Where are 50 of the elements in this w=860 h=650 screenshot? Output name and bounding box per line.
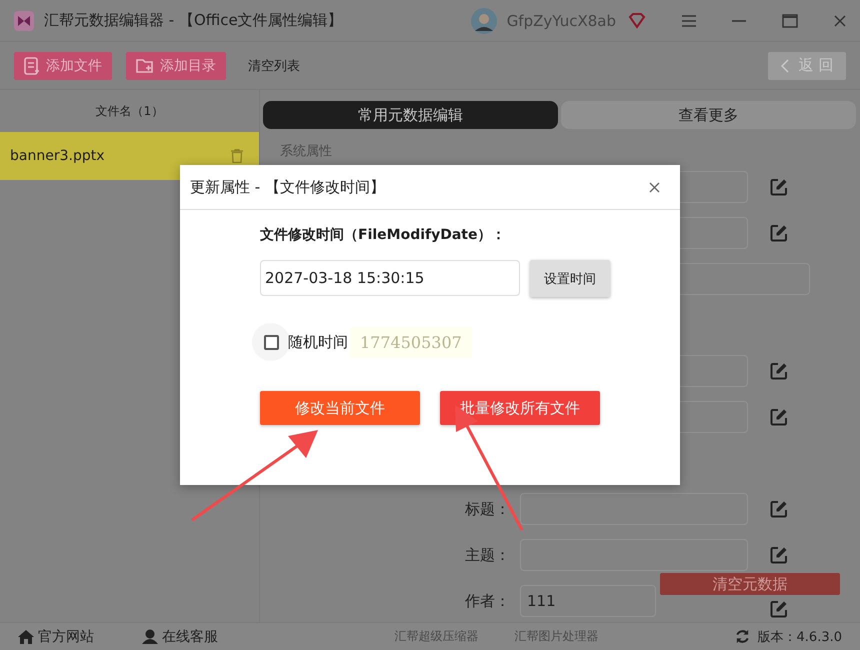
close-icon[interactable] xyxy=(649,182,660,192)
add-button[interactable]: 添加目录 xyxy=(126,52,226,80)
checkbox-label[interactable]: 随机时间 xyxy=(288,332,348,352)
date-time-field[interactable]: 2027-03-18 15:30:15 xyxy=(260,260,520,296)
minimize-icon[interactable] xyxy=(732,20,746,22)
edit-icon[interactable] xyxy=(770,600,788,618)
footer-link[interactable]: 官方网站 xyxy=(18,628,94,646)
edit-icon[interactable] xyxy=(770,362,788,380)
modify-current-button[interactable]: 修改当前文件 xyxy=(260,391,420,425)
window-title: 汇帮元数据编辑器 - 【Office文件属性编辑】 xyxy=(44,11,343,30)
product-link[interactable]: 汇帮图片处理器 xyxy=(514,628,598,645)
username[interactable]: GfpZyYucX8ab xyxy=(506,12,616,30)
file-list-header: 文件名（1） xyxy=(94,102,164,120)
avatar-icon xyxy=(470,8,497,34)
edit-icon[interactable] xyxy=(770,500,788,518)
field-label: 主题： xyxy=(465,546,510,564)
field-label: 作者： xyxy=(465,592,510,610)
file-row[interactable]: banner3.pptx xyxy=(0,132,259,180)
field-label: 标题： xyxy=(465,500,510,518)
field-label: 文件修改时间（FileModifyDate）： xyxy=(260,226,506,245)
refresh-icon[interactable] xyxy=(734,629,750,644)
edit-icon[interactable] xyxy=(770,408,788,426)
menu-icon[interactable] xyxy=(682,14,696,26)
clear-list-button[interactable]: 清空列表 xyxy=(240,56,308,74)
set-time-button[interactable]: 设置时间 xyxy=(530,260,610,297)
maximize-icon[interactable] xyxy=(782,14,798,28)
clear-metadata-button[interactable]: 清空元数据 xyxy=(660,573,840,595)
timestamp-text: 1774505307 xyxy=(350,326,472,358)
edit-icon[interactable] xyxy=(770,178,788,196)
home-icon xyxy=(18,630,34,644)
file-plus-icon xyxy=(24,56,40,74)
input-field[interactable] xyxy=(520,493,748,525)
version-label: 版本：4.6.3.0 xyxy=(758,628,842,646)
diamond-icon[interactable] xyxy=(628,12,646,28)
close-icon[interactable] xyxy=(834,14,846,26)
checkbox[interactable] xyxy=(264,334,278,350)
section-title: 系统属性 xyxy=(279,143,333,161)
edit-icon[interactable] xyxy=(770,224,788,242)
tab[interactable]: 常用元数据编辑 xyxy=(263,101,558,129)
edit-icon[interactable] xyxy=(770,546,788,564)
add-button[interactable]: 添加文件 xyxy=(14,52,112,80)
person-icon xyxy=(142,629,158,644)
input-field[interactable]: 111 xyxy=(520,585,656,617)
dialog-title: 更新属性 - 【文件修改时间】 xyxy=(190,178,385,196)
app-logo-icon xyxy=(14,10,34,30)
chevron-left-icon xyxy=(780,58,789,72)
footer-link[interactable]: 在线客服 xyxy=(142,628,218,646)
folder-plus-icon xyxy=(136,58,154,74)
product-link[interactable]: 汇帮超级压缩器 xyxy=(394,628,478,645)
tab[interactable]: 查看更多 xyxy=(561,101,856,129)
